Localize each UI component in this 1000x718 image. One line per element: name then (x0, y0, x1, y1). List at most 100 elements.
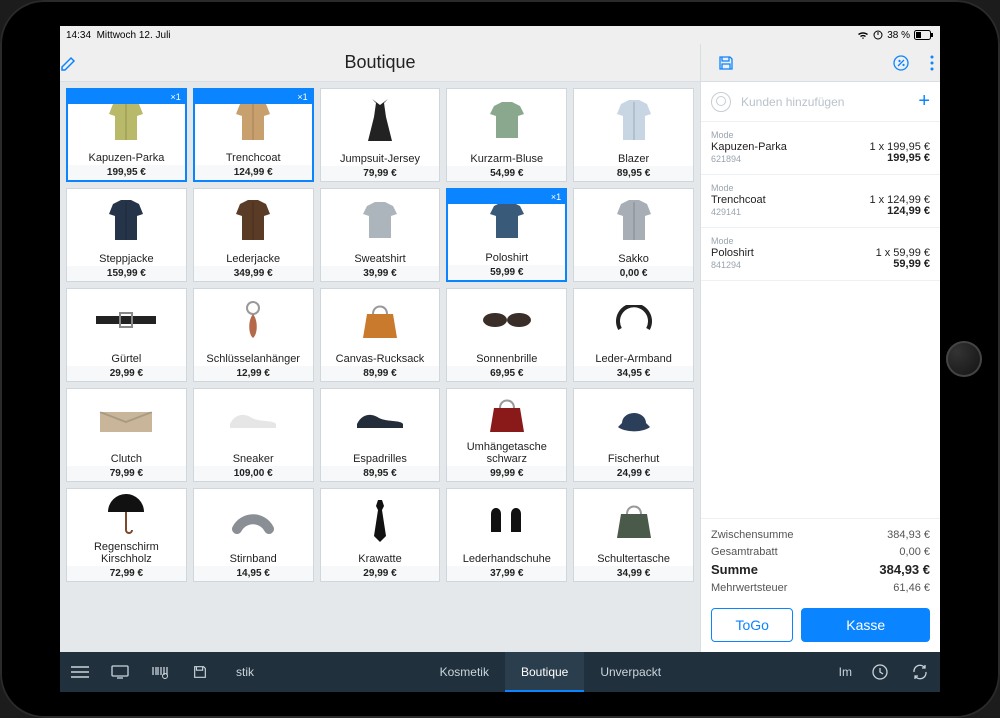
add-customer-plus-icon[interactable]: + (918, 90, 930, 113)
product-price: 72,99 € (67, 566, 186, 581)
product-name: Fischerhut (574, 452, 693, 466)
product-name: Clutch (67, 452, 186, 466)
product-qty-badge: ×1 (448, 190, 565, 204)
product-image (67, 489, 186, 540)
product-name: Sakko (574, 252, 693, 266)
product-name: Sonnenbrille (447, 352, 566, 366)
product-name: Schultertasche (574, 552, 693, 566)
status-bar: 14:34 Mittwoch 12. Juli 38 % (60, 26, 940, 44)
tab-unverpackt[interactable]: Unverpackt (584, 652, 677, 692)
cart-item-category: Mode (711, 236, 930, 246)
product-image (194, 389, 313, 452)
barcode-icon[interactable] (140, 652, 180, 692)
product-card[interactable]: ×1 Poloshirt 59,99 € (446, 188, 567, 282)
product-price: 0,00 € (574, 266, 693, 281)
product-name: Regenschirm Kirschholz (67, 540, 186, 566)
save-icon[interactable] (711, 50, 741, 76)
battery-label: 38 % (887, 30, 910, 41)
product-card[interactable]: Krawatte 29,99 € (320, 488, 441, 582)
product-card[interactable]: Sonnenbrille 69,95 € (446, 288, 567, 382)
product-image (67, 189, 186, 252)
product-name: Sweatshirt (321, 252, 440, 266)
product-card[interactable]: Kurzarm-Bluse 54,99 € (446, 88, 567, 182)
product-card[interactable]: Sneaker 109,00 € (193, 388, 314, 482)
product-price: 24,99 € (574, 466, 693, 481)
product-card[interactable]: Espadrilles 89,95 € (320, 388, 441, 482)
history-icon[interactable] (860, 652, 900, 692)
togo-button[interactable]: ToGo (711, 608, 793, 642)
product-card[interactable]: Sakko 0,00 € (573, 188, 694, 282)
tab-im[interactable]: Im (831, 652, 860, 692)
product-image (574, 489, 693, 552)
product-card[interactable]: Lederjacke 349,99 € (193, 188, 314, 282)
product-card[interactable]: Steppjacke 159,99 € (66, 188, 187, 282)
edit-button[interactable] (60, 54, 100, 72)
discount-icon[interactable] (886, 50, 916, 76)
product-price: 34,95 € (574, 366, 693, 381)
product-card[interactable]: Fischerhut 24,99 € (573, 388, 694, 482)
product-price: 99,99 € (447, 466, 566, 481)
product-name: Stirnband (194, 552, 313, 566)
product-card[interactable]: Gürtel 29,99 € (66, 288, 187, 382)
product-qty-badge: ×1 (195, 90, 312, 104)
product-image (574, 189, 693, 252)
product-name: Lederhandschuhe (447, 552, 566, 566)
product-name: Krawatte (321, 552, 440, 566)
checkout-button[interactable]: Kasse (801, 608, 930, 642)
product-price: 39,99 € (321, 266, 440, 281)
display-icon[interactable] (100, 652, 140, 692)
product-card[interactable]: Leder-Armband 34,95 € (573, 288, 694, 382)
cart-item[interactable]: Mode Poloshirt 1 x 59,99 € 841294 59,99 … (701, 228, 940, 281)
product-card[interactable]: Lederhandschuhe 37,99 € (446, 488, 567, 582)
product-card[interactable]: Schlüsselanhänger 12,99 € (193, 288, 314, 382)
save-tab-icon[interactable] (180, 652, 220, 692)
cart-item-name: Trenchcoat (711, 194, 766, 206)
product-card[interactable]: Canvas-Rucksack 89,99 € (320, 288, 441, 382)
sync-icon[interactable] (900, 652, 940, 692)
product-image (321, 489, 440, 552)
product-card[interactable]: Schultertasche 34,99 € (573, 488, 694, 582)
product-card[interactable]: ×1 Kapuzen-Parka 199,95 € (66, 88, 187, 182)
product-image (321, 389, 440, 452)
tab-kosmetik[interactable]: Kosmetik (424, 652, 505, 692)
cart-item-total: 59,99 € (893, 258, 930, 270)
product-image (67, 389, 186, 452)
add-customer-row[interactable]: Kunden hinzufügen + (701, 82, 940, 122)
more-icon[interactable] (924, 51, 940, 75)
cart-pane: Kunden hinzufügen + Mode Kapuzen-Parka 1… (700, 82, 940, 652)
product-card[interactable]: Clutch 79,99 € (66, 388, 187, 482)
status-time: 14:34 Mittwoch 12. Juli (66, 30, 171, 41)
bottom-tabbar: stik Kosmetik Boutique Unverpackt Im (60, 652, 940, 692)
cart-item[interactable]: Mode Kapuzen-Parka 1 x 199,95 € 621894 1… (701, 122, 940, 175)
home-button[interactable] (946, 341, 982, 377)
product-image (447, 89, 566, 152)
cart-item-name: Poloshirt (711, 247, 754, 259)
product-card[interactable]: Sweatshirt 39,99 € (320, 188, 441, 282)
product-card[interactable]: Blazer 89,95 € (573, 88, 694, 182)
product-image (447, 489, 566, 552)
product-name: Umhängetasche schwarz (447, 440, 566, 466)
product-name: Canvas-Rucksack (321, 352, 440, 366)
tab-stik[interactable]: stik (220, 652, 270, 692)
menu-icon[interactable] (60, 652, 100, 692)
cart-item-total: 124,99 € (887, 205, 930, 217)
product-card[interactable]: ×1 Trenchcoat 124,99 € (193, 88, 314, 182)
product-price: 159,99 € (67, 266, 186, 281)
product-price: 79,99 € (67, 466, 186, 481)
cart-item-category: Mode (711, 183, 930, 193)
product-image (574, 289, 693, 352)
product-name: Jumpsuit-Jersey (321, 152, 440, 166)
product-name: Trenchcoat (195, 151, 312, 165)
product-image (194, 289, 313, 352)
product-card[interactable]: Regenschirm Kirschholz 72,99 € (66, 488, 187, 582)
product-price: 59,99 € (448, 265, 565, 280)
cart-item[interactable]: Mode Trenchcoat 1 x 124,99 € 429141 124,… (701, 175, 940, 228)
product-card[interactable]: Jumpsuit-Jersey 79,99 € (320, 88, 441, 182)
product-price: 89,95 € (321, 466, 440, 481)
product-card[interactable]: Stirnband 14,95 € (193, 488, 314, 582)
product-image (574, 389, 693, 452)
product-price: 29,99 € (67, 366, 186, 381)
product-card[interactable]: Umhängetasche schwarz 99,99 € (446, 388, 567, 482)
product-price: 89,95 € (574, 166, 693, 181)
tab-boutique[interactable]: Boutique (505, 652, 584, 692)
